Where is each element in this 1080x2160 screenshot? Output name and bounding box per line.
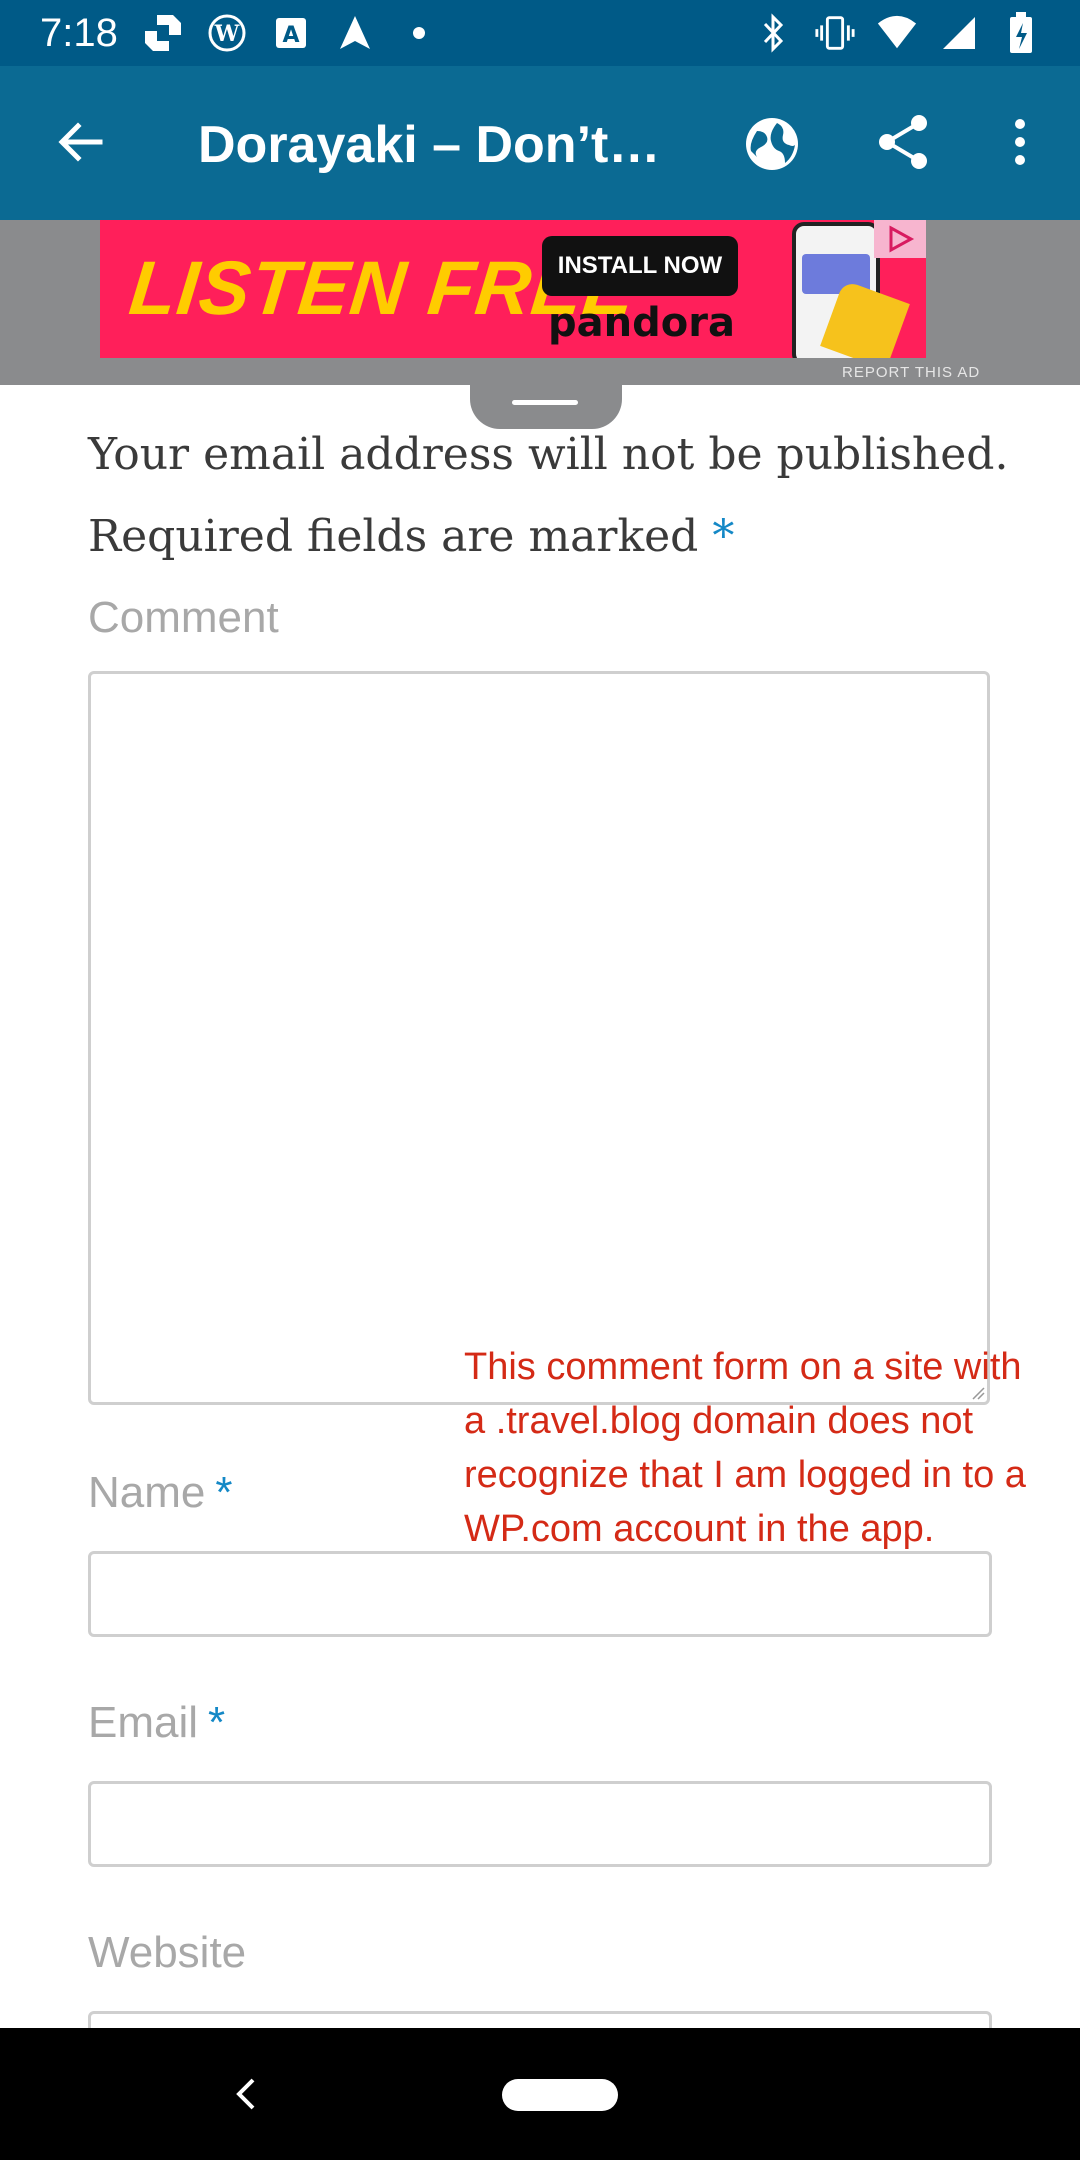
ad-brand: pandora (548, 300, 735, 346)
nav-bar (0, 2028, 1080, 2160)
share-icon[interactable] (868, 106, 940, 178)
dot-icon (398, 12, 440, 54)
ad-choices-icon[interactable] (874, 220, 926, 258)
app-bar: Dorayaki – Don’t… (0, 66, 1080, 220)
wordpress-icon: W (206, 12, 248, 54)
annotation-note: This comment form on a site with a .trav… (464, 1346, 1026, 1550)
nav-back-icon[interactable] (214, 2062, 278, 2126)
globe-icon[interactable] (736, 108, 808, 180)
ad-container: LISTEN FREE INSTALL NOW pandora REPORT T… (0, 220, 1080, 385)
website-label-text: Website (88, 1928, 247, 1977)
required-marker: * (712, 511, 735, 562)
comment-label: Comment (88, 590, 279, 646)
page-title: Dorayaki – Don’t… (198, 116, 658, 174)
a-box-icon: A (270, 12, 312, 54)
navigation-icon (334, 12, 376, 54)
signal-icon (938, 12, 980, 54)
email-notice: Your email address will not be published… (88, 414, 1018, 578)
report-ad-link[interactable]: REPORT THIS AD (842, 363, 980, 383)
name-field[interactable] (88, 1551, 992, 1637)
status-time: 7:18 (40, 11, 118, 55)
svg-text:A: A (282, 23, 299, 48)
nav-home-pill[interactable] (502, 2079, 618, 2111)
comment-label-text: Comment (88, 593, 279, 642)
email-label-text: Email (88, 1698, 199, 1747)
battery-charging-icon (1000, 12, 1042, 54)
status-bar: 7:18 W A (0, 0, 1080, 66)
email-required-marker: * (208, 1698, 226, 1747)
bluetooth-icon (752, 12, 794, 54)
website-label: Website (88, 1925, 246, 1981)
email-field[interactable] (88, 1781, 992, 1867)
svg-text:W: W (214, 21, 240, 47)
notice-text: Your email address will not be published… (88, 429, 1009, 562)
name-label-text: Name (88, 1468, 206, 1517)
arrow-back-icon[interactable] (44, 106, 116, 178)
name-label: Name * (88, 1465, 233, 1521)
ad-banner[interactable]: LISTEN FREE INSTALL NOW pandora (100, 220, 926, 358)
vibrate-icon (814, 12, 856, 54)
comment-textarea[interactable] (88, 671, 990, 1405)
more-vert-icon[interactable] (984, 106, 1056, 178)
wifi-icon (876, 12, 918, 54)
email-label: Email * (88, 1695, 225, 1751)
name-required-marker: * (215, 1468, 233, 1517)
ad-install-button[interactable]: INSTALL NOW (542, 236, 738, 296)
chase-icon (142, 12, 184, 54)
